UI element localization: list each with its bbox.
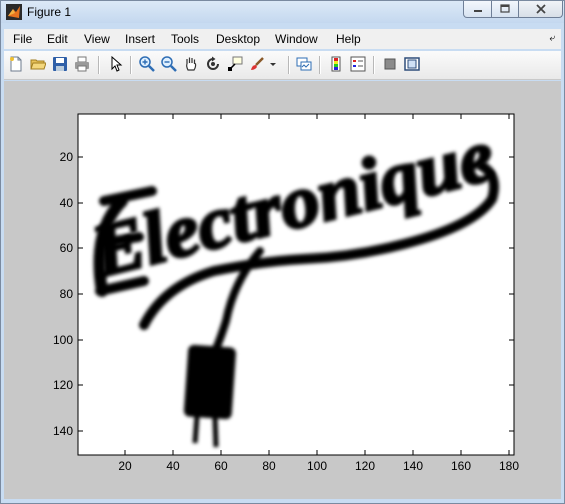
y-tick-label: 40 — [60, 196, 74, 210]
toolbar-separator — [130, 56, 132, 74]
data-cursor-button[interactable] — [226, 55, 244, 73]
menu-edit[interactable]: Edit — [47, 32, 68, 46]
image-axes[interactable]: Electronique 20 40 60 80 100 120 140 160… — [4, 81, 561, 499]
zoom-out-button[interactable] — [160, 55, 178, 73]
x-tick-label: 140 — [403, 459, 423, 473]
x-tick-label: 80 — [262, 459, 276, 473]
x-tick-label: 180 — [499, 459, 519, 473]
edit-plot-arrow-icon — [111, 56, 123, 72]
figure-toolbar — [4, 51, 561, 80]
brush-button[interactable] — [248, 55, 266, 73]
matlab-logo-icon — [6, 4, 22, 20]
open-file-button[interactable] — [29, 55, 47, 73]
save-icon — [53, 57, 67, 71]
zoom-in-button[interactable] — [138, 55, 156, 73]
title-bar[interactable]: Figure 1 — [1, 1, 564, 23]
menu-bar: File Edit View Insert Tools Desktop Wind… — [4, 29, 561, 49]
toolbar-separator — [373, 56, 375, 74]
menu-help[interactable]: Help — [336, 32, 361, 46]
x-tick-label: 20 — [118, 459, 132, 473]
brush-dropdown-icon — [270, 63, 276, 66]
y-tick-label: 60 — [60, 241, 74, 255]
show-plot-tools-button[interactable] — [403, 55, 421, 73]
toolbar-separator — [319, 56, 321, 74]
rotate-3d-button[interactable] — [204, 55, 222, 73]
dock-figure-icon[interactable]: ⤶ — [549, 33, 555, 44]
x-tick-label: 40 — [166, 459, 180, 473]
x-tick-label: 120 — [355, 459, 375, 473]
show-plot-tools-icon — [404, 57, 420, 71]
rotate-3d-icon — [207, 56, 219, 70]
toolbar-separator — [288, 56, 290, 74]
y-tick-label: 120 — [53, 378, 73, 392]
zoom-in-icon — [139, 56, 155, 72]
brush-icon — [251, 57, 264, 70]
menu-tools[interactable]: Tools — [171, 32, 199, 46]
y-tick-label: 100 — [53, 333, 73, 347]
minimize-button[interactable] — [463, 1, 492, 18]
hide-plot-tools-icon — [384, 58, 396, 70]
insert-legend-button[interactable] — [349, 55, 367, 73]
insert-colorbar-icon — [331, 56, 341, 72]
toolbar-separator — [98, 56, 100, 74]
new-figure-icon — [10, 56, 22, 72]
menu-file[interactable]: File — [13, 32, 32, 46]
zoom-out-icon — [161, 56, 177, 72]
menu-window[interactable]: Window — [275, 32, 318, 46]
window-title: Figure 1 — [27, 5, 72, 19]
close-icon — [535, 4, 546, 14]
save-button[interactable] — [51, 55, 69, 73]
x-tick-label: 60 — [214, 459, 228, 473]
open-file-icon — [30, 59, 46, 70]
minimize-icon — [473, 10, 482, 12]
maximize-button[interactable] — [491, 1, 519, 18]
print-icon — [75, 56, 89, 72]
y-tick-label: 140 — [53, 424, 73, 438]
x-tick-label: 100 — [307, 459, 327, 473]
y-tick-label: 20 — [60, 150, 74, 164]
link-plot-icon — [296, 57, 312, 71]
edit-plot-button[interactable] — [107, 55, 125, 73]
x-tick-labels: 20 40 60 80 100 120 140 160 180 — [118, 459, 519, 473]
close-button[interactable] — [518, 1, 563, 18]
figure-window: Figure 1 File Edit View Insert Tools Des… — [0, 0, 565, 504]
x-tick-label: 160 — [451, 459, 471, 473]
figure-canvas[interactable]: Electronique 20 40 60 80 100 120 140 160… — [4, 81, 561, 499]
menu-insert[interactable]: Insert — [125, 32, 155, 46]
insert-colorbar-button[interactable] — [327, 55, 345, 73]
restore-icon — [500, 4, 510, 13]
menu-desktop[interactable]: Desktop — [216, 32, 260, 46]
data-cursor-icon — [228, 56, 243, 71]
y-tick-labels: 20 40 60 80 100 120 140 — [53, 150, 73, 438]
print-button[interactable] — [73, 55, 91, 73]
pan-hand-icon — [186, 57, 197, 71]
menu-view[interactable]: View — [84, 32, 110, 46]
insert-legend-icon — [350, 56, 366, 72]
link-plot-button[interactable] — [295, 55, 313, 73]
new-figure-button[interactable] — [7, 55, 25, 73]
brush-dropdown-button[interactable] — [268, 55, 278, 73]
hide-plot-tools-button[interactable] — [381, 55, 399, 73]
pan-button[interactable] — [182, 55, 200, 73]
y-tick-label: 80 — [60, 287, 74, 301]
